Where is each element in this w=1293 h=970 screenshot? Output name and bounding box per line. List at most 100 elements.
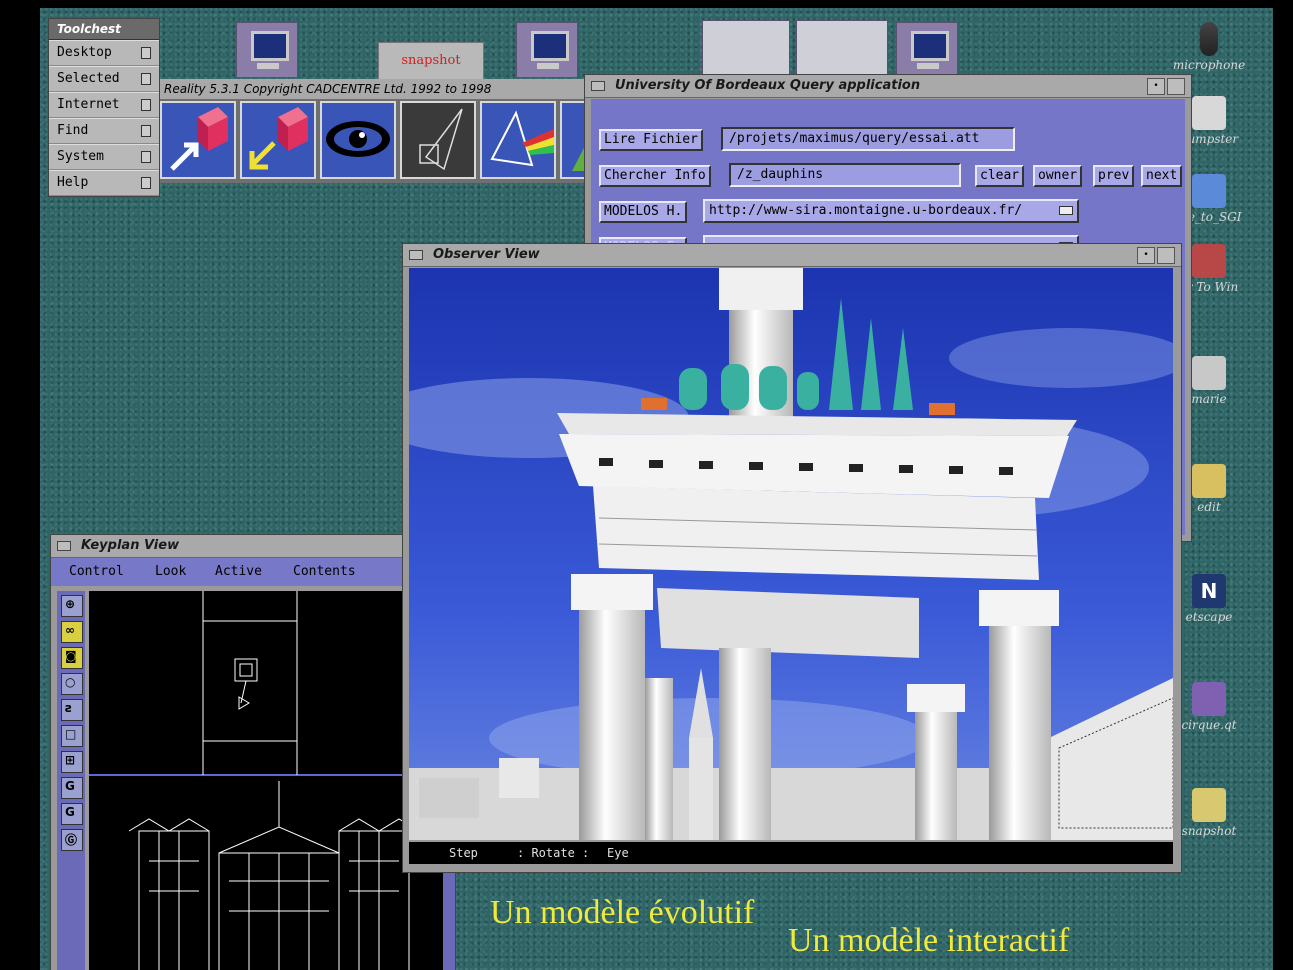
observer-window-title: Observer View (433, 247, 540, 262)
modelos-h-dropdown[interactable]: http://www-sira.montaigne.u-bordeaux.fr/ (703, 199, 1079, 223)
caption-line2: Un modèle interactif (788, 922, 1070, 959)
g-circle-icon[interactable]: Ⓖ (61, 829, 83, 851)
desktop: snapshot microphone dumpster me_to_SGI e… (40, 8, 1273, 970)
network-icon (1192, 174, 1226, 208)
menu-look[interactable]: Look (155, 564, 186, 579)
dropdown-arrow-icon (1059, 206, 1073, 215)
microphone-icon (1200, 22, 1218, 56)
next-button[interactable]: next (1141, 165, 1183, 187)
move-out-icon[interactable] (160, 101, 236, 179)
observer-view-window: Observer View • Step: Rotate: Eye (402, 243, 1182, 873)
reality-window: Reality 5.3.1 Copyright CADCENTRE Ltd. 1… (160, 79, 640, 183)
folder-icon (1192, 356, 1226, 390)
keyplan-toolbar: ⊕ ∞ ◙ ○ ƨ □ ⊞ G G Ⓖ (57, 591, 85, 970)
reality-window-title: Reality 5.3.1 Copyright CADCENTRE Ltd. 1… (160, 79, 640, 99)
move-in-icon[interactable] (240, 101, 316, 179)
window-menu-icon[interactable] (57, 541, 71, 551)
chercher-info-button[interactable]: Chercher Info (599, 165, 711, 187)
toolchest-item-label: Desktop (57, 45, 112, 60)
walk-icon[interactable]: ∞ (61, 621, 83, 643)
toolchest-item-desktop[interactable]: Desktop (49, 40, 159, 66)
minimize-icon[interactable]: • (1147, 78, 1165, 95)
menu-control[interactable]: Control (69, 564, 124, 579)
toolchest-item-label: Selected (57, 71, 120, 86)
snapshot-thumbnail-label: snapshot (401, 53, 461, 68)
submenu-icon (141, 73, 151, 85)
prism-icon[interactable] (480, 101, 556, 179)
g-rotate-icon[interactable]: G (61, 803, 83, 825)
camera-icon (1192, 788, 1226, 822)
netscape-icon: N (1192, 574, 1226, 608)
toolchest-menu: Toolchest Desktop Selected Internet Find… (48, 18, 160, 197)
minimize-icon[interactable]: • (1137, 247, 1155, 264)
keyplan-scrollbar[interactable] (443, 861, 455, 970)
eye-icon[interactable] (320, 101, 396, 179)
computer-thumbnail-icon[interactable] (896, 22, 958, 78)
desktop-icon-label: microphone (1172, 58, 1246, 72)
submenu-icon (141, 151, 151, 163)
status-mode: : Rotate : (517, 846, 590, 860)
keyplan-window-title: Keyplan View (81, 538, 180, 553)
submenu-icon (141, 177, 151, 189)
computer-thumbnail-icon[interactable] (516, 22, 578, 78)
toolbox-icon (1192, 244, 1226, 278)
status-step: Step (449, 846, 478, 860)
owner-button[interactable]: owner (1033, 165, 1083, 187)
snapshot-thumbnail[interactable]: snapshot (378, 42, 484, 80)
path-icon[interactable]: ƨ (61, 699, 83, 721)
maximize-icon[interactable] (1167, 78, 1185, 95)
desktop-icon-microphone[interactable]: microphone (1166, 22, 1252, 72)
toolchest-item-help[interactable]: Help (49, 170, 159, 196)
submenu-icon (141, 125, 151, 137)
toolchest-item-internet[interactable]: Internet (49, 92, 159, 118)
keyplan-canvas[interactable] (89, 591, 445, 970)
query-window-title: University Of Bordeaux Query application (615, 78, 921, 93)
window-menu-icon[interactable] (591, 81, 605, 91)
modelos-h-url: http://www-sira.montaigne.u-bordeaux.fr/ (709, 203, 1023, 218)
file-path-field[interactable]: /projets/maximus/query/essai.att (721, 127, 1015, 151)
temple-3d-render (409, 268, 1173, 840)
g-icon[interactable]: G (61, 777, 83, 799)
printer-icon (1192, 96, 1226, 130)
submenu-icon (141, 99, 151, 111)
caption-line1: Un modèle évolutif (490, 894, 755, 931)
toolchest-item-label: System (57, 149, 104, 164)
menu-active[interactable]: Active (215, 564, 262, 579)
toolchest-item-label: Find (57, 123, 89, 138)
keyplan-menubar: Control Look Active Contents (51, 558, 455, 586)
observer-3d-viewport[interactable] (409, 268, 1173, 840)
window-menu-icon[interactable] (409, 250, 423, 260)
movie-icon (1192, 682, 1226, 716)
lire-fichier-button[interactable]: Lire Fichier (599, 129, 703, 151)
observer-status-bar: Step : Rotate : Eye (409, 842, 1173, 864)
desktop-pager-thumbnail[interactable] (702, 20, 790, 76)
box-icon[interactable]: □ (61, 725, 83, 747)
light-icon[interactable]: ○ (61, 673, 83, 695)
desktop-pager-thumbnail[interactable] (796, 20, 888, 76)
maximize-icon[interactable] (1157, 247, 1175, 264)
toolchest-item-system[interactable]: System (49, 144, 159, 170)
toolchest-item-selected[interactable]: Selected (49, 66, 159, 92)
zoom-icon[interactable]: ⊕ (61, 595, 83, 617)
observer-window-titlebar[interactable]: Observer View • (403, 244, 1181, 267)
camera-icon[interactable]: ◙ (61, 647, 83, 669)
keyplan-window-titlebar[interactable]: Keyplan View (51, 535, 455, 558)
submenu-icon (141, 47, 151, 59)
computer-thumbnail-icon[interactable] (236, 22, 298, 78)
prev-button[interactable]: prev (1093, 165, 1135, 187)
wireframe-cube-icon[interactable] (400, 101, 476, 179)
edit-icon (1192, 464, 1226, 498)
modelos-h-button[interactable]: MODELOS H. (599, 201, 688, 223)
search-field[interactable]: /z_dauphins (729, 163, 961, 187)
toolchest-item-label: Internet (57, 97, 120, 112)
toolchest-title: Toolchest (49, 19, 159, 40)
toolchest-item-label: Help (57, 175, 89, 190)
keyplan-drawing (89, 591, 445, 970)
menu-contents[interactable]: Contents (293, 564, 356, 579)
grid-icon[interactable]: ⊞ (61, 751, 83, 773)
clear-button[interactable]: clear (975, 165, 1025, 187)
toolchest-item-find[interactable]: Find (49, 118, 159, 144)
query-window-titlebar[interactable]: University Of Bordeaux Query application… (585, 75, 1191, 98)
status-target: Eye (607, 846, 629, 860)
keyplan-window: Keyplan View Control Look Active Content… (50, 534, 456, 970)
